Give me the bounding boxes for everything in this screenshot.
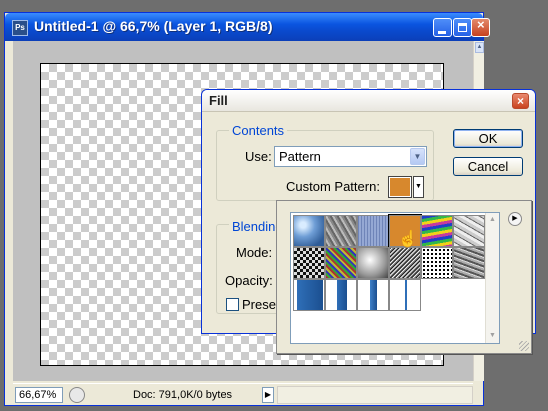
fill-close-button[interactable]: × — [512, 93, 529, 109]
status-info-icon[interactable] — [69, 387, 85, 403]
pattern-tile-dense-noise[interactable] — [389, 247, 421, 279]
close-button[interactable]: × — [471, 17, 490, 37]
pattern-tile-checker-texture[interactable] — [293, 247, 325, 279]
pattern-tile-crumpled-paper[interactable] — [453, 215, 485, 247]
minimize-button[interactable] — [433, 18, 452, 37]
pattern-tile-blue-gradient-thin[interactable] — [357, 279, 389, 311]
photoshop-icon: Ps — [12, 20, 28, 36]
pattern-tile-granite[interactable] — [453, 247, 485, 279]
pattern-grid-scrollbar[interactable]: ▲ ▼ — [485, 213, 499, 343]
scroll-up-icon[interactable]: ▲ — [475, 42, 484, 53]
scroll-down-icon[interactable]: ▼ — [487, 330, 498, 342]
mode-label: Mode: — [236, 245, 273, 260]
fill-dialog-title-bar[interactable]: Fill × — [202, 90, 535, 112]
pattern-tile-blue-line[interactable] — [389, 279, 421, 311]
hand-cursor-icon: ☝ — [398, 231, 418, 248]
picker-menu-arrow-icon[interactable]: ▶ — [508, 212, 522, 226]
horizontal-scrollbar[interactable] — [277, 386, 473, 404]
ok-button[interactable]: OK — [453, 129, 523, 148]
opacity-label: Opacity: — [225, 273, 273, 288]
pattern-tile-blue-gradient-narrow[interactable] — [325, 279, 357, 311]
scroll-up-icon[interactable]: ▲ — [487, 214, 498, 226]
status-menu-arrow-icon[interactable]: ▶ — [262, 387, 274, 403]
pattern-grid: ▲ ▼ — [290, 212, 500, 344]
contents-group-label: Contents — [229, 123, 288, 138]
use-select[interactable]: Pattern ▼ — [274, 146, 427, 167]
pattern-tile-color-noise[interactable] — [325, 247, 357, 279]
status-bar: 66,67% Doc: 791,0K/0 bytes ▶ — [13, 383, 473, 405]
minimize-icon — [438, 31, 446, 34]
pattern-tile-rainbow-waves[interactable] — [421, 215, 453, 247]
custom-pattern-label: Custom Pattern: — [286, 179, 380, 194]
zoom-field[interactable]: 66,67% — [15, 387, 63, 403]
pattern-tile-black-dots[interactable] — [421, 247, 453, 279]
pattern-tile-bubbles[interactable] — [293, 215, 325, 247]
maximize-button[interactable] — [453, 18, 472, 37]
use-select-value: Pattern — [279, 149, 321, 164]
document-title-bar[interactable]: Ps Untitled-1 @ 66,7% (Layer 1, RGB/8) × — [5, 13, 490, 41]
chevron-down-icon[interactable]: ▼ — [410, 148, 425, 165]
resize-grip-icon[interactable] — [519, 341, 529, 351]
cancel-button[interactable]: Cancel — [453, 157, 523, 176]
pattern-tile-clouds[interactable] — [357, 247, 389, 279]
document-info: Doc: 791,0K/0 bytes — [133, 389, 233, 401]
document-title: Untitled-1 @ 66,7% (Layer 1, RGB/8) — [34, 18, 273, 34]
close-icon: × — [476, 17, 485, 32]
pattern-tile-blue-gradient-wide[interactable] — [293, 279, 325, 311]
pattern-picker: ▲ ▼ ▶ — [276, 200, 532, 354]
preserve-transparency-checkbox[interactable] — [226, 298, 239, 311]
fill-dialog-title: Fill — [209, 93, 228, 108]
use-label: Use: — [245, 149, 272, 164]
custom-pattern-swatch[interactable] — [388, 176, 412, 198]
pattern-tile-wrinkles[interactable] — [325, 215, 357, 247]
pattern-dropdown-arrow-icon[interactable]: ▼ — [413, 176, 424, 198]
pattern-tile-blue-fiber[interactable] — [357, 215, 389, 247]
maximize-icon — [458, 23, 467, 32]
close-icon: × — [516, 94, 524, 108]
